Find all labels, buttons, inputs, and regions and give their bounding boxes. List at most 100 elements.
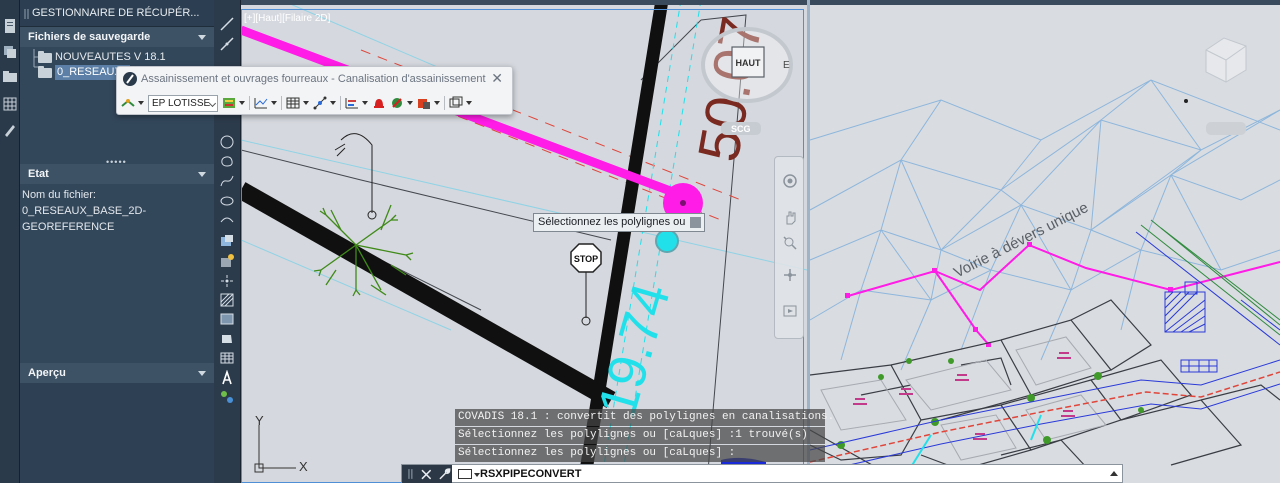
- command-line-controls: [402, 465, 452, 483]
- report-button[interactable]: [417, 95, 440, 111]
- pan-icon[interactable]: [782, 209, 798, 225]
- navigation-bar: [774, 156, 804, 339]
- viewport-label[interactable]: [+][Haut][Filaire 2D]: [244, 13, 330, 24]
- zoom-icon[interactable]: [782, 235, 798, 251]
- selection-tooltip-text: Sélectionnez les polylignes ou: [538, 216, 686, 228]
- network-settings-icon: [121, 99, 135, 107]
- toolbar-title: Assainissement et ouvrages fourreaux - C…: [141, 73, 486, 85]
- table-tool-icon[interactable]: [219, 350, 235, 366]
- pipe-table-icon: [223, 98, 235, 108]
- orbit-icon[interactable]: [782, 267, 798, 283]
- text-tool-icon[interactable]: [219, 370, 235, 386]
- chevron-down-icon[interactable]: [198, 172, 206, 177]
- viewcube[interactable]: HAUT E: [701, 27, 793, 103]
- windows-button[interactable]: [449, 95, 472, 111]
- document-icon[interactable]: [2, 18, 18, 34]
- chevron-down-icon[interactable]: [407, 101, 413, 105]
- cyan-node: [655, 229, 679, 253]
- line-tool-icon[interactable]: [219, 16, 235, 32]
- circle-tool-icon[interactable]: [219, 134, 235, 150]
- toolbar-separator: [281, 96, 282, 110]
- chevron-down-icon[interactable]: [208, 99, 217, 107]
- chevron-down-icon[interactable]: [138, 101, 144, 105]
- command-history: COVADIS 18.1 : convertit des polylignes …: [455, 409, 834, 463]
- folder-icon[interactable]: [2, 68, 18, 84]
- ellipse-arc-tool-icon[interactable]: [219, 213, 235, 229]
- toolbar-close-button[interactable]: ✕: [491, 70, 503, 87]
- recovery-manager-title: GESTIONNAIRE DE RÉCUPÉR...: [20, 0, 214, 27]
- report-icon: [418, 99, 430, 109]
- folder-icon: [38, 65, 52, 78]
- profile-icon: [254, 98, 268, 109]
- tree-item-nouveautes[interactable]: NOUVEAUTES V 18.1: [38, 50, 166, 65]
- connect-button[interactable]: [313, 95, 336, 111]
- viewcube-face-label: HAUT: [736, 58, 761, 68]
- insert-block-icon[interactable]: [219, 233, 235, 249]
- add-selected-icon[interactable]: [219, 389, 235, 405]
- network-combo[interactable]: EP LOTISSE: [148, 94, 218, 112]
- command-line: [401, 464, 1123, 483]
- toolbar-separator: [340, 96, 341, 110]
- spline-tool-icon[interactable]: [219, 173, 235, 189]
- command-line-grip-icon[interactable]: [408, 468, 414, 480]
- state-section-header[interactable]: Etat: [20, 164, 214, 184]
- toolbar-separator: [249, 96, 250, 110]
- grid-icon[interactable]: [2, 96, 18, 112]
- ellipse-tool-icon[interactable]: [219, 193, 235, 209]
- chevron-down-icon[interactable]: [362, 101, 368, 105]
- saved-files-section-header[interactable]: Fichiers de sauvegarde: [20, 27, 214, 47]
- chevron-down-icon[interactable]: [434, 101, 440, 105]
- command-input[interactable]: [454, 465, 1094, 482]
- covadis-pipe-toolbar: Assainissement et ouvrages fourreaux - C…: [116, 66, 513, 115]
- polyline-tool-icon[interactable]: [219, 36, 235, 52]
- command-history-line: COVADIS 18.1 : convertit des polylignes …: [455, 409, 834, 426]
- long-profile-button[interactable]: [345, 95, 368, 111]
- chevron-down-icon[interactable]: [198, 371, 206, 376]
- selection-tooltip: Sélectionnez les polylignes ou: [533, 213, 705, 232]
- scg-badge-right[interactable]: [1206, 122, 1246, 135]
- command-history-line: Sélectionnez les polylignes ou [caLques]…: [455, 445, 825, 462]
- chevron-down-icon[interactable]: [271, 101, 277, 105]
- toolbar-tools-row: EP LOTISSE: [121, 94, 476, 112]
- analysis-button[interactable]: [390, 95, 413, 111]
- close-icon[interactable]: [421, 469, 432, 480]
- ucs-y-label: Y: [255, 413, 264, 428]
- network-settings-button[interactable]: [121, 95, 144, 111]
- chevron-down-icon[interactable]: [466, 101, 472, 105]
- tool-icon[interactable]: [2, 122, 18, 138]
- hatch-tool-icon[interactable]: [219, 292, 235, 308]
- connect-icon: [313, 96, 327, 110]
- left-icon-strip: [0, 0, 20, 483]
- chevron-up-icon[interactable]: [1110, 471, 1118, 476]
- chevron-down-icon[interactable]: [198, 35, 206, 40]
- panel-grip-icon[interactable]: [24, 8, 30, 20]
- gradient-tool-icon[interactable]: [219, 311, 235, 327]
- top-edge-bar: [241, 0, 1280, 5]
- network-combo-value: EP LOTISSE: [152, 97, 211, 109]
- pipe-table-button[interactable]: [222, 95, 245, 111]
- region-tool-icon[interactable]: [219, 331, 235, 347]
- state-file-name: Nom du fichier: 0_RESEAUX_BASE_2D-GEOREF…: [22, 189, 147, 233]
- chevron-down-icon[interactable]: [330, 101, 336, 105]
- preview-section-header[interactable]: Aperçu: [20, 363, 214, 383]
- folder-icon: [38, 50, 52, 63]
- preview-area: [20, 383, 214, 483]
- scg-label: SCG: [731, 124, 751, 134]
- showmotion-icon[interactable]: [782, 303, 798, 319]
- tooltip-options-icon[interactable]: [690, 217, 701, 228]
- layers-icon[interactable]: [2, 44, 18, 60]
- alarm-button[interactable]: [372, 95, 386, 111]
- profile-button[interactable]: [254, 95, 277, 111]
- steering-wheel-icon[interactable]: [782, 173, 798, 189]
- grid-view-button[interactable]: [286, 95, 309, 111]
- make-block-icon[interactable]: [219, 253, 235, 269]
- manhole-center: [680, 200, 686, 206]
- bell-icon: [374, 99, 384, 108]
- windows-icon: [449, 96, 463, 108]
- point-tool-icon[interactable]: [219, 273, 235, 289]
- chevron-down-icon[interactable]: [239, 101, 245, 105]
- command-history-line: Sélectionnez les polylignes ou [caLques]…: [455, 427, 825, 444]
- wrench-icon[interactable]: [438, 467, 452, 481]
- revcloud-tool-icon[interactable]: [219, 153, 235, 169]
- chevron-down-icon[interactable]: [303, 101, 309, 105]
